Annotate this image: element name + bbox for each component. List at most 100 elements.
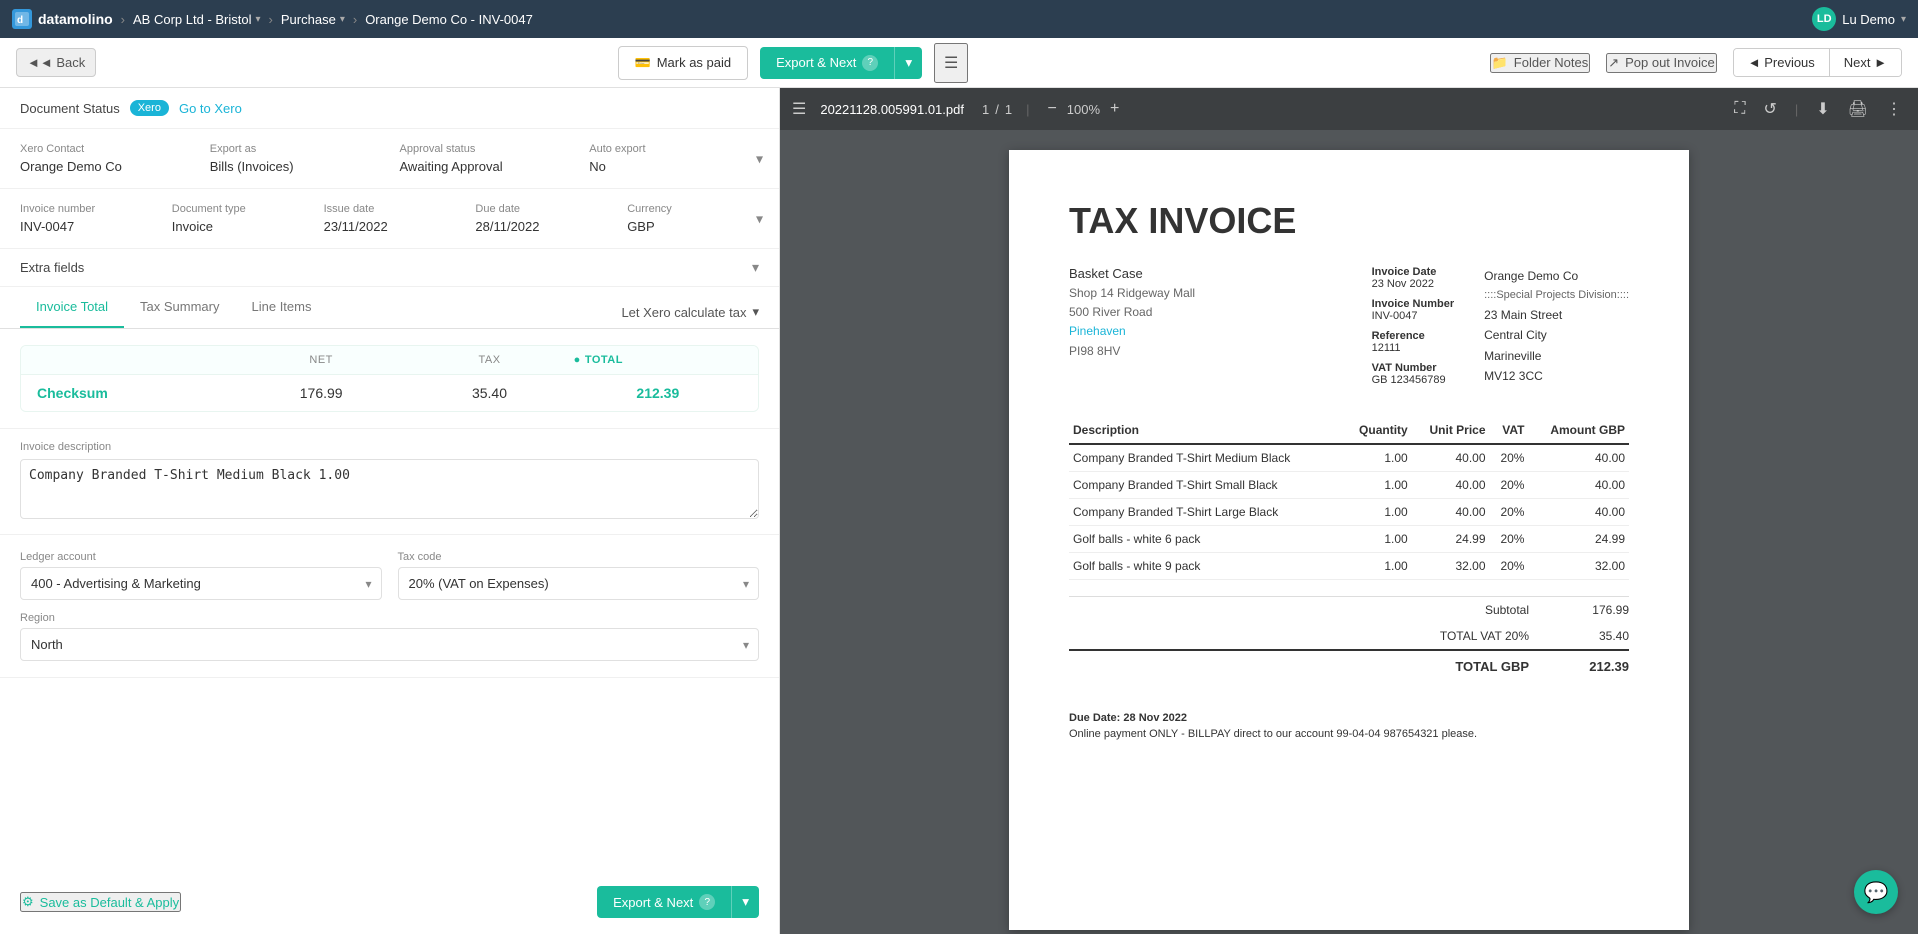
list-view-button[interactable]: ☰ <box>934 43 968 83</box>
extra-fields-collapse-button[interactable]: ▾ <box>752 259 759 276</box>
invoice-description-section: Invoice description Company Branded T-Sh… <box>0 429 779 535</box>
breadcrumb-document[interactable]: Orange Demo Co - INV-0047 <box>365 12 533 27</box>
invoice-from-address: Basket Case Shop 14 Ridgeway Mall500 Riv… <box>1069 266 1195 387</box>
tab-invoice-total[interactable]: Invoice Total <box>20 287 124 328</box>
chat-button[interactable]: 💬 <box>1854 870 1898 914</box>
xero-contact-row: Xero Contact Orange Demo Co Export as Bi… <box>20 143 759 174</box>
invoice-number-value[interactable]: INV-0047 <box>20 219 152 234</box>
region-select[interactable]: North <box>20 628 759 661</box>
checksum-tax-header: TAX <box>405 354 573 366</box>
approval-status-value[interactable]: Awaiting Approval <box>400 159 570 174</box>
item-unit: 32.00 <box>1412 552 1490 579</box>
pdf-zoom-out-button[interactable]: − <box>1043 98 1060 120</box>
col-vat: VAT <box>1490 417 1529 444</box>
invoice-number-label: Invoice number <box>20 203 152 215</box>
checksum-tax-value[interactable]: 35.40 <box>405 385 573 401</box>
tax-calc-option[interactable]: Let Xero calculate tax ▾ <box>621 304 759 328</box>
mark-as-paid-button[interactable]: 💳 Mark as paid <box>618 46 749 80</box>
pdf-page-sep: / <box>995 102 999 117</box>
invoice-description-textarea[interactable]: Company Branded T-Shirt Medium Black 1.0… <box>20 459 759 519</box>
extra-fields-label: Extra fields <box>20 260 84 275</box>
item-qty: 1.00 <box>1343 444 1412 472</box>
chat-icon: 💬 <box>1864 880 1889 905</box>
top-navigation: d datamolino › AB Corp Ltd - Bristol ▾ ›… <box>0 0 1918 38</box>
save-default-apply-button[interactable]: ⚙ Save as Default & Apply <box>20 892 181 912</box>
breadcrumb-sep-1: › <box>121 12 125 27</box>
doc-type-value[interactable]: Invoice <box>172 219 304 234</box>
go-to-xero-link[interactable]: Go to Xero <box>179 101 242 116</box>
vat-total-label: TOTAL VAT 20% <box>1440 629 1529 643</box>
folder-notes-icon: 📁 <box>1492 55 1508 71</box>
export-next-help-icon: ? <box>862 55 878 71</box>
issue-date-value[interactable]: 23/11/2022 <box>324 219 456 234</box>
pdf-filename: 20221128.005991.01.pdf <box>820 102 964 117</box>
pdf-viewer-panel: ☰ 20221128.005991.01.pdf 1 / 1 | − 100% … <box>780 88 1918 934</box>
auto-export-value[interactable]: No <box>589 159 759 174</box>
item-unit: 40.00 <box>1412 444 1490 472</box>
next-button[interactable]: Next ► <box>1830 49 1901 76</box>
invoice-date-block: Invoice Date 23 Nov 2022 <box>1372 266 1455 290</box>
dropdowns-section: Ledger account 400 - Advertising & Marke… <box>0 535 779 678</box>
invoice-due-date-note: Due Date: 28 Nov 2022 <box>1069 712 1629 724</box>
currency-value[interactable]: GBP <box>627 219 759 234</box>
subtotal-label: Subtotal <box>1485 603 1529 617</box>
item-qty: 1.00 <box>1343 471 1412 498</box>
item-unit: 24.99 <box>1412 525 1490 552</box>
checksum-total-value[interactable]: 212.39 <box>574 385 742 401</box>
bottom-export-next-dropdown-button[interactable]: ▾ <box>731 886 759 918</box>
logo-icon: d <box>12 9 32 29</box>
pop-out-icon: ↗ <box>1608 55 1619 71</box>
item-qty: 1.00 <box>1343 525 1412 552</box>
invoice-details-collapse-button[interactable]: ▾ <box>756 210 763 227</box>
xero-contact-collapse-button[interactable]: ▾ <box>756 150 763 167</box>
tab-line-items[interactable]: Line Items <box>236 287 328 328</box>
invoice-totals-section: Subtotal 176.99 TOTAL VAT 20% 35.40 TOTA… <box>1069 596 1629 682</box>
bottom-export-next-button[interactable]: Export & Next ? <box>597 886 731 918</box>
export-next-button[interactable]: Export & Next ? <box>760 47 894 79</box>
tax-code-field: Tax code 20% (VAT on Expenses) ▾ <box>398 551 760 600</box>
pop-out-invoice-button[interactable]: ↗ Pop out Invoice <box>1606 53 1717 73</box>
auto-export-label: Auto export <box>589 143 759 155</box>
tab-tax-summary[interactable]: Tax Summary <box>124 287 235 328</box>
pdf-print-button[interactable]: 🖨 <box>1844 95 1872 123</box>
previous-button[interactable]: ◄ Previous <box>1734 49 1830 76</box>
pdf-zoom-in-button[interactable]: + <box>1106 98 1123 120</box>
pdf-download-button[interactable]: ⬇ <box>1812 95 1833 123</box>
pdf-more-button[interactable]: ⋮ <box>1882 95 1906 123</box>
document-status-label: Document Status <box>20 101 120 116</box>
back-button[interactable]: ◄ ◄ Back <box>16 48 96 77</box>
app-logo[interactable]: d datamolino <box>12 9 113 29</box>
bottom-export-help-icon: ? <box>699 894 715 910</box>
auto-export-field: Auto export No <box>589 143 759 174</box>
tabs-list: Invoice Total Tax Summary Line Items <box>20 287 327 328</box>
checksum-total-label: TOTAL <box>585 354 623 366</box>
approval-status-label: Approval status <box>400 143 570 155</box>
pdf-zoom-level[interactable]: 100% <box>1067 102 1100 117</box>
bottom-export-next-group: Export & Next ? ▾ <box>597 886 759 918</box>
pdf-fullscreen-button[interactable]: ⛶ <box>1730 96 1749 122</box>
xero-contact-value[interactable]: Orange Demo Co <box>20 159 190 174</box>
approval-status-field: Approval status Awaiting Approval <box>400 143 590 174</box>
pdf-rotate-button[interactable]: ↺ <box>1759 95 1780 123</box>
due-date-value[interactable]: 28/11/2022 <box>475 219 607 234</box>
pdf-zoom-controls: − 100% + <box>1043 98 1123 120</box>
checksum-section: NET TAX ● TOTAL Checksum 176.99 35.40 21… <box>0 329 779 429</box>
app-name: datamolino <box>38 11 113 27</box>
table-row: Golf balls - white 6 pack 1.00 24.99 20%… <box>1069 525 1629 552</box>
breadcrumb-company[interactable]: AB Corp Ltd - Bristol ▾ <box>133 12 261 27</box>
export-as-value[interactable]: Bills (Invoices) <box>210 159 380 174</box>
xero-contact-label: Xero Contact <box>20 143 190 155</box>
ledger-account-select[interactable]: 400 - Advertising & Marketing <box>20 567 382 600</box>
export-next-dropdown-button[interactable]: ▾ <box>894 47 922 79</box>
item-qty: 1.00 <box>1343 552 1412 579</box>
pdf-menu-icon[interactable]: ☰ <box>792 99 806 119</box>
checksum-net-value[interactable]: 176.99 <box>237 385 405 401</box>
left-panel: Document Status Xero Go to Xero Xero Con… <box>0 88 780 934</box>
reference-block: Reference 12111 <box>1372 330 1455 354</box>
folder-notes-button[interactable]: 📁 Folder Notes <box>1490 53 1591 73</box>
tax-calc-label: Let Xero calculate tax <box>621 305 746 320</box>
tax-code-select[interactable]: 20% (VAT on Expenses) <box>398 567 760 600</box>
user-menu[interactable]: LD Lu Demo ▾ <box>1812 7 1906 31</box>
breadcrumb-module[interactable]: Purchase ▾ <box>281 12 345 27</box>
item-amount: 24.99 <box>1528 525 1629 552</box>
